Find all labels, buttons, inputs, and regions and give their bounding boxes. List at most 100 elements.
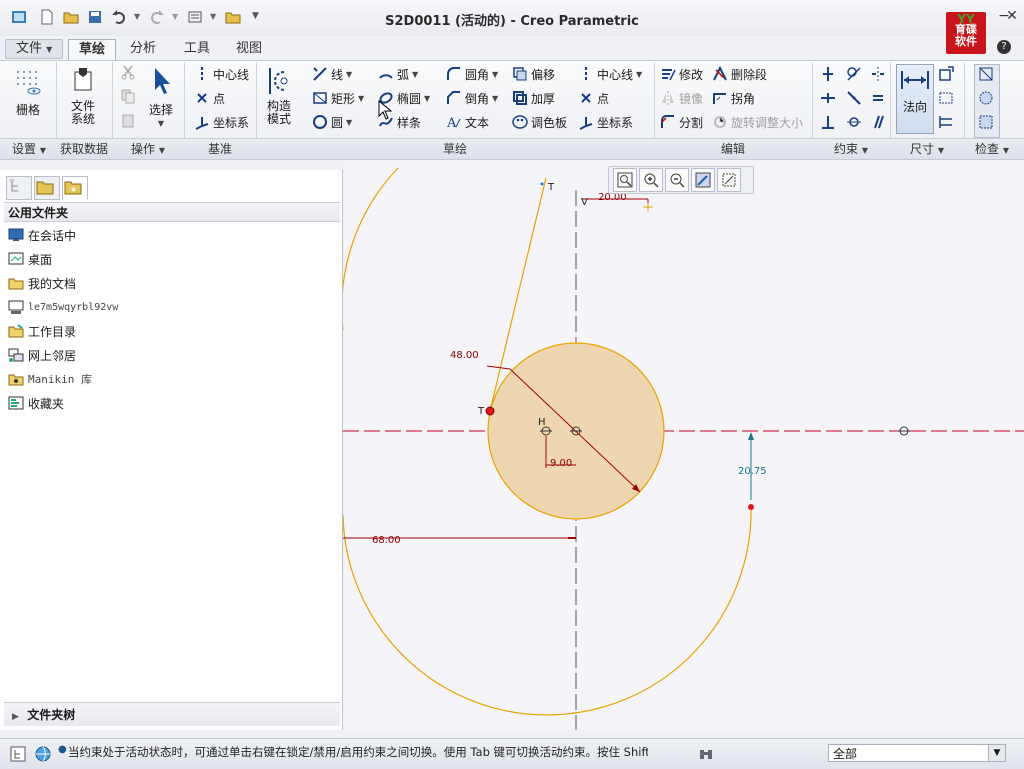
close-window-icon[interactable] <box>224 8 242 26</box>
reference-dimension-icon[interactable] <box>938 90 954 106</box>
folder-tree-toggle[interactable]: ▶ 文件夹树 <box>4 702 340 726</box>
coincident-constraint-icon[interactable] <box>846 114 862 130</box>
delete-segment-button[interactable]: 删除段 <box>712 64 767 84</box>
app-icon[interactable] <box>10 8 28 26</box>
browser-globe-icon[interactable] <box>34 745 52 763</box>
tangent-point-red[interactable] <box>485 406 495 416</box>
palette-button[interactable]: 调色板 <box>512 112 567 132</box>
selection-filter-icon[interactable] <box>698 746 714 762</box>
rectangle-button[interactable]: 矩形 ▼ <box>312 88 364 108</box>
cut-icon[interactable] <box>120 64 136 80</box>
select-button[interactable]: 选择 ▼ <box>146 66 176 130</box>
sketch-centerline-button[interactable]: 中心线 ▼ <box>578 64 642 84</box>
midpoint-constraint-icon[interactable] <box>846 90 862 106</box>
baseline-dimension-icon[interactable] <box>938 114 954 130</box>
windows-dropdown-icon[interactable]: ▼ <box>210 12 216 21</box>
group-dimension[interactable]: 尺寸 ▼ <box>890 141 964 159</box>
redo-icon[interactable] <box>148 8 166 26</box>
construction-mode-button[interactable]: 构造 模式 <box>262 66 296 126</box>
folder-item-in-session[interactable]: 在会话中 <box>8 224 76 246</box>
perpendicular-constraint-icon[interactable] <box>820 114 836 130</box>
sketch-svg[interactable]: 48.00 68.00 9.00 20.75 20.00 T T H V <box>343 160 1024 730</box>
endpoint-red[interactable] <box>748 504 754 510</box>
zoom-out-button[interactable] <box>665 168 689 192</box>
group-editing[interactable]: 编辑 <box>654 141 812 157</box>
open-icon[interactable] <box>62 8 80 26</box>
line-button[interactable]: 线 ▼ <box>312 64 352 84</box>
sketch-point-button[interactable]: 点 <box>578 88 609 108</box>
tab-analysis[interactable]: 分析 <box>120 39 166 59</box>
parallel-constraint-icon[interactable] <box>870 114 886 130</box>
grid-button[interactable]: 栅格 <box>10 66 46 117</box>
group-inspect[interactable]: 检查 ▼ <box>964 141 1020 159</box>
chevron-down-icon[interactable]: ▼ <box>988 745 1005 761</box>
group-datum[interactable]: 基准 <box>184 141 256 157</box>
folder-browser-tab[interactable] <box>34 176 60 200</box>
folder-item-my-documents[interactable]: 我的文档 <box>8 272 76 294</box>
redo-dropdown-icon[interactable]: ▼ <box>172 12 178 21</box>
group-setup[interactable]: 设置 ▼ <box>4 141 54 159</box>
selection-filter-dropdown[interactable]: 全部 ▼ <box>828 744 1006 762</box>
sketch-coordsys-button[interactable]: 坐标系 <box>578 112 633 132</box>
folder-item-working-directory[interactable]: 工作目录 <box>8 320 76 342</box>
folder-item-manikin-library[interactable]: Manikin 库 <box>8 368 92 390</box>
tab-view[interactable]: 视图 <box>226 39 272 59</box>
arc-button[interactable]: 弧 ▼ <box>378 64 418 84</box>
new-icon[interactable] <box>38 8 56 26</box>
endpoint-blue[interactable] <box>540 182 544 186</box>
datum-coordsys-button[interactable]: 坐标系 <box>194 112 249 132</box>
tangent-constraint-icon[interactable] <box>846 66 862 82</box>
shade-closed-loops-icon[interactable] <box>978 90 994 106</box>
group-constrain[interactable]: 约束 ▼ <box>812 141 890 159</box>
divide-button[interactable]: 分割 <box>660 112 703 132</box>
circle-button[interactable]: 圆 ▼ <box>312 112 352 132</box>
rotate-resize-button[interactable]: 旋转调整大小 <box>712 112 803 132</box>
graphics-window[interactable]: 48.00 68.00 9.00 20.75 20.00 T T H V <box>343 160 1024 730</box>
perimeter-dimension-icon[interactable] <box>938 66 954 82</box>
fillet-button[interactable]: 圆角 ▼ <box>446 64 498 84</box>
tab-sketch[interactable]: 草绘 <box>68 39 117 60</box>
thicken-button[interactable]: 加厚 <box>512 88 555 108</box>
horizontal-constraint-icon[interactable] <box>820 90 836 106</box>
overlap-geometry-icon[interactable] <box>978 66 994 82</box>
group-operations[interactable]: 操作 ▼ <box>112 141 184 159</box>
offset-button[interactable]: 偏移 <box>512 64 555 84</box>
folder-item-favorites[interactable]: 收藏夹 <box>8 392 64 414</box>
save-icon[interactable] <box>86 8 104 26</box>
folder-item-computer[interactable]: le7m5wqyrbl92vw <box>8 296 118 318</box>
offset-dimension-text[interactable]: 9.00 <box>550 458 572 469</box>
datum-point-button[interactable]: 点 <box>194 88 225 108</box>
equal-constraint-icon[interactable] <box>870 90 886 106</box>
model-tree-tab[interactable] <box>6 176 32 200</box>
undo-icon[interactable] <box>110 8 128 26</box>
folder-item-network[interactable]: 网上邻居 <box>8 344 76 366</box>
copy-icon[interactable] <box>120 88 136 104</box>
mirror-button[interactable]: 镜像 <box>660 88 703 108</box>
display-style-button[interactable] <box>717 168 741 192</box>
symmetric-constraint-icon[interactable] <box>870 66 886 82</box>
highlight-open-ends-icon[interactable] <box>978 114 994 130</box>
datum-centerline-button[interactable]: 中心线 <box>194 64 249 84</box>
refit-button[interactable] <box>613 168 637 192</box>
favorites-tab[interactable]: ★ <box>62 176 88 200</box>
outer-arc-top[interactable] <box>343 167 399 330</box>
vertical-offset-dimension-text[interactable]: 20.75 <box>738 466 767 477</box>
repaint-button[interactable] <box>691 168 715 192</box>
customize-qat-icon[interactable]: ▼ <box>252 11 259 21</box>
regenerate-icon[interactable] <box>186 8 204 26</box>
horizontal-dimension-text[interactable]: 68.00 <box>372 535 401 546</box>
text-button[interactable]: A 文本 <box>446 112 489 132</box>
corner-button[interactable]: 拐角 <box>712 88 755 108</box>
close-button[interactable]: ✕ <box>1002 7 1022 25</box>
file-system-button[interactable]: 文件 系统 <box>64 66 102 126</box>
diameter-dimension-text[interactable]: 48.00 <box>450 350 479 361</box>
undo-dropdown-icon[interactable]: ▼ <box>134 12 140 21</box>
toggle-navigator-icon[interactable] <box>10 746 26 762</box>
tab-file[interactable]: 文件 ▼ <box>5 39 64 59</box>
zoom-in-button[interactable] <box>639 168 663 192</box>
tab-tools[interactable]: 工具 <box>174 39 220 59</box>
chamfer-button[interactable]: 倒角 ▼ <box>446 88 498 108</box>
group-sketching[interactable]: 草绘 <box>256 141 654 157</box>
vertical-constraint-icon[interactable] <box>820 66 836 82</box>
paste-icon[interactable] <box>120 112 136 128</box>
